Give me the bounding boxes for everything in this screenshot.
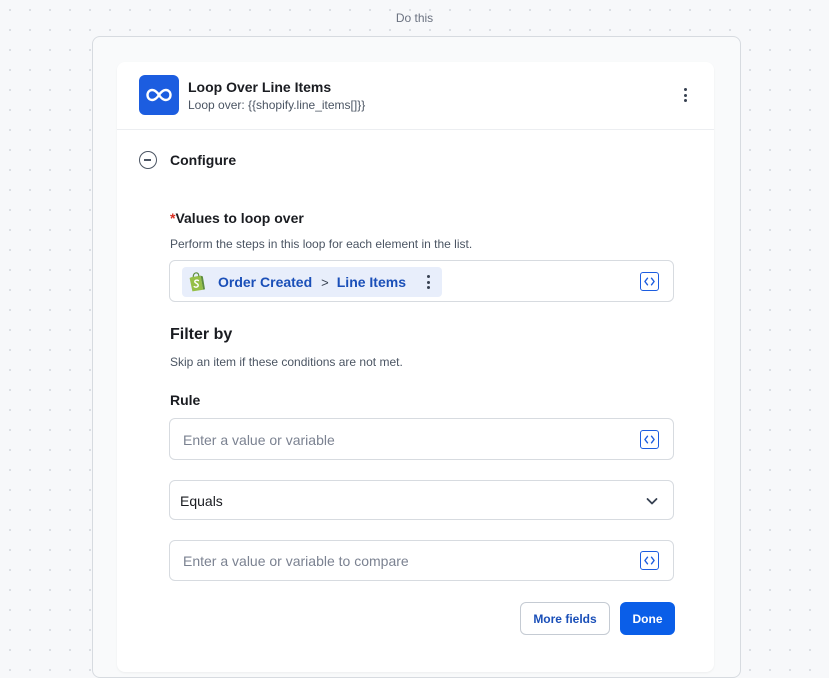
values-field-help: Perform the steps in this loop for each …: [170, 237, 473, 251]
insert-variable-icon[interactable]: [640, 430, 659, 449]
chip-field-label: Line Items: [336, 274, 406, 290]
compare-value-placeholder: Enter a value or variable to compare: [183, 553, 409, 569]
step-title: Loop Over Line Items: [188, 79, 332, 95]
insert-variable-icon[interactable]: [640, 551, 659, 570]
card-header[interactable]: Loop Over Line Items Loop over: {{shopif…: [117, 62, 714, 130]
done-button[interactable]: Done: [620, 602, 675, 635]
rule-label: Rule: [170, 392, 201, 408]
collapse-minus-icon[interactable]: [139, 151, 157, 169]
values-field-label-text: Values to loop over: [175, 210, 304, 226]
step-subtitle: Loop over: {{shopify.line_items[]}}: [188, 98, 366, 112]
more-fields-button[interactable]: More fields: [520, 602, 610, 635]
chip-menu-icon[interactable]: [427, 275, 430, 289]
configure-label: Configure: [170, 152, 237, 168]
configure-section-toggle[interactable]: Configure: [139, 150, 236, 170]
chip-source-label: Order Created: [218, 274, 313, 290]
operator-selected-value: Equals: [180, 493, 223, 509]
values-field-label: *Values to loop over: [170, 210, 304, 226]
more-vertical-icon[interactable]: [675, 85, 695, 105]
loop-step-card: Loop Over Line Items Loop over: {{shopif…: [117, 62, 714, 672]
compare-value-input[interactable]: Enter a value or variable to compare: [169, 540, 674, 581]
filter-help: Skip an item if these conditions are not…: [170, 355, 403, 369]
chevron-right-icon: >: [321, 274, 329, 290]
variable-chip[interactable]: Order Created > Line Items: [182, 267, 442, 297]
step-header-label: Do this: [395, 11, 434, 25]
operator-select[interactable]: Equals: [169, 480, 674, 520]
shopify-icon: [189, 272, 205, 292]
filter-section-title: Filter by: [170, 326, 233, 343]
insert-variable-icon[interactable]: [640, 272, 659, 291]
chevron-down-icon: [646, 498, 658, 505]
rule-value-placeholder: Enter a value or variable: [183, 432, 335, 448]
rule-value-input[interactable]: Enter a value or variable: [169, 418, 674, 460]
loop-icon: [139, 75, 179, 115]
values-to-loop-input[interactable]: Order Created > Line Items: [169, 260, 674, 302]
